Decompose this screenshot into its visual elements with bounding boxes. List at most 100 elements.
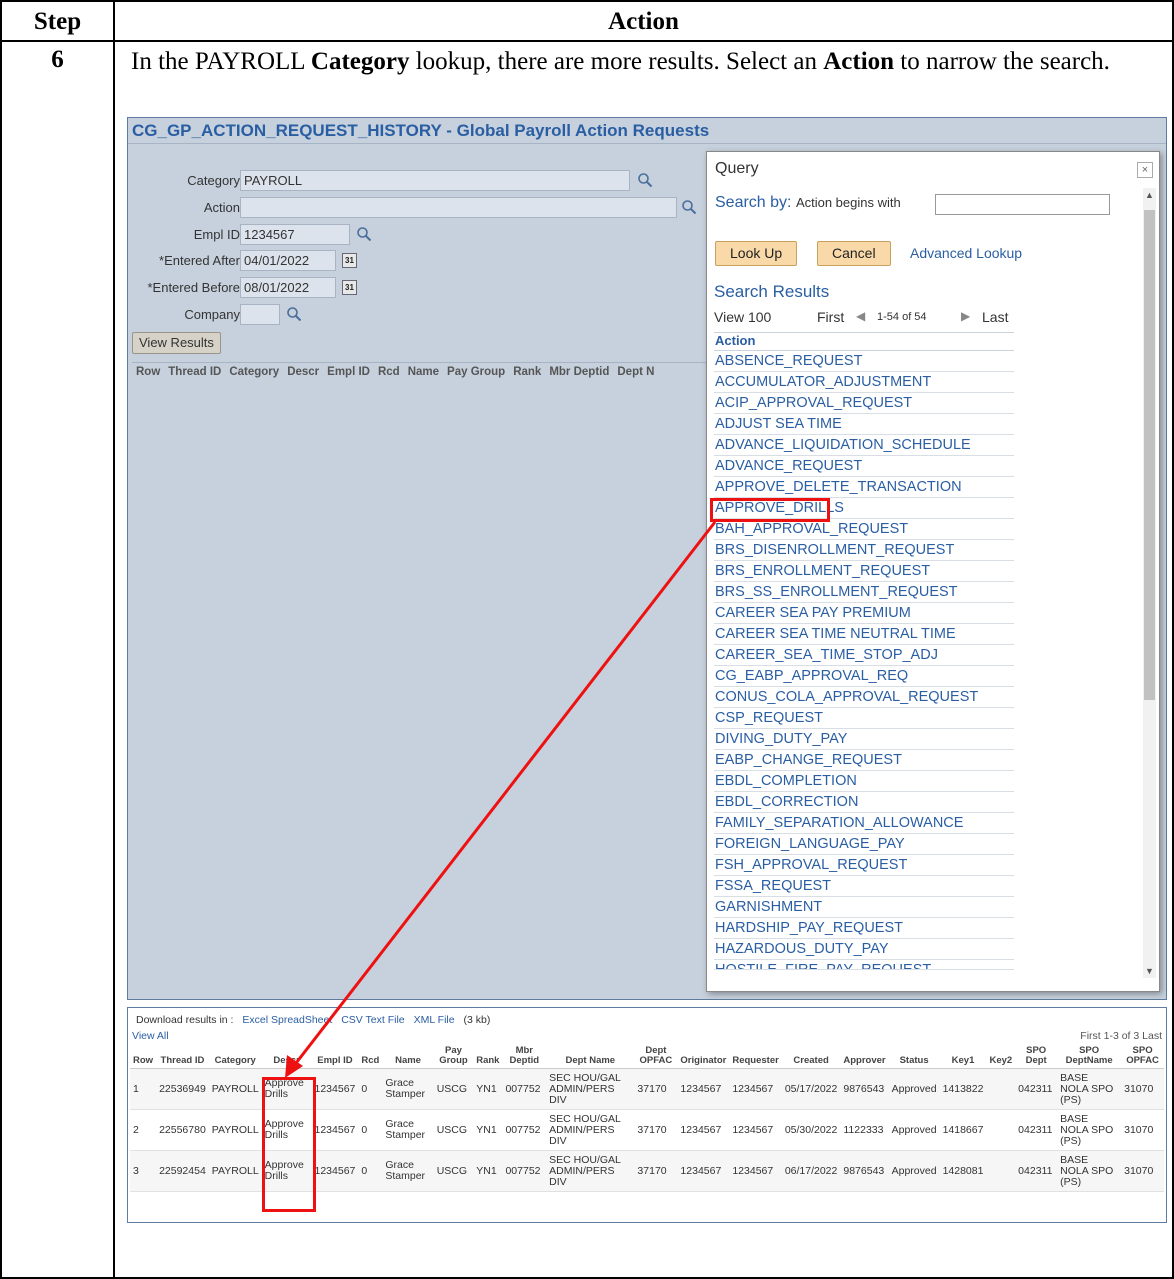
col-header[interactable]: Originator <box>677 1044 730 1069</box>
result-item[interactable]: FSSA_REQUEST <box>714 876 1014 897</box>
download-label: Download results in : <box>136 1014 234 1026</box>
result-item[interactable]: ACCUMULATOR_ADJUSTMENT <box>714 372 1014 393</box>
result-item[interactable]: APPROVE_DELETE_TRANSACTION <box>714 477 1014 498</box>
table-cell: 1234567 <box>729 1068 782 1110</box>
csv-link[interactable]: CSV Text File <box>341 1014 404 1026</box>
scroll-up-icon[interactable]: ▲ <box>1145 190 1154 200</box>
grid-col-header[interactable]: Rank <box>509 363 545 381</box>
close-icon[interactable]: × <box>1137 162 1153 178</box>
view-all-link[interactable]: View All <box>132 1030 169 1042</box>
calendar-icon[interactable]: 31 <box>342 253 357 268</box>
result-item[interactable]: ADJUST SEA TIME <box>714 414 1014 435</box>
result-item[interactable]: EABP_CHANGE_REQUEST <box>714 750 1014 771</box>
scrollbar-thumb[interactable] <box>1144 210 1155 700</box>
col-header[interactable]: Dept Name <box>546 1044 635 1069</box>
col-header[interactable]: Approver <box>840 1044 889 1069</box>
result-item[interactable]: CAREER SEA TIME NEUTRAL TIME <box>714 624 1014 645</box>
category-lookup-icon[interactable] <box>637 172 653 188</box>
last-link[interactable]: Last <box>982 309 1008 325</box>
excel-link[interactable]: Excel SpreadSheet <box>242 1014 332 1026</box>
table-cell: YN1 <box>473 1068 503 1110</box>
result-item[interactable]: CAREER_SEA_TIME_STOP_ADJ <box>714 645 1014 666</box>
action-field[interactable] <box>240 197 677 218</box>
grid-col-header[interactable]: Name <box>404 363 443 381</box>
col-header[interactable]: SPO Dept <box>1015 1044 1058 1069</box>
col-header[interactable]: Mbr Deptid <box>502 1044 547 1069</box>
col-header[interactable]: SPO OPFAC <box>1121 1044 1164 1069</box>
result-item[interactable]: FSH_APPROVAL_REQUEST <box>714 855 1014 876</box>
view-results-button[interactable]: View Results <box>132 332 221 354</box>
col-header[interactable]: SPO DeptName <box>1057 1044 1122 1069</box>
advanced-lookup-link[interactable]: Advanced Lookup <box>910 245 1022 261</box>
result-item[interactable]: ADVANCE_REQUEST <box>714 456 1014 477</box>
grid-col-header[interactable]: Category <box>225 363 283 381</box>
scroll-down-icon[interactable]: ▼ <box>1145 966 1154 976</box>
search-input[interactable] <box>935 194 1110 215</box>
result-item[interactable]: EBDL_CORRECTION <box>714 792 1014 813</box>
col-header[interactable]: Rcd <box>358 1044 383 1069</box>
xml-link[interactable]: XML File <box>414 1014 455 1026</box>
result-item[interactable]: DIVING_DUTY_PAY <box>714 729 1014 750</box>
look-up-button[interactable]: Look Up <box>715 241 798 266</box>
result-item[interactable]: GARNISHMENT <box>714 897 1014 918</box>
cancel-button[interactable]: Cancel <box>817 241 891 266</box>
view-100-link[interactable]: View 100 <box>714 309 771 325</box>
result-item[interactable]: ADVANCE_LIQUIDATION_SCHEDULE <box>714 435 1014 456</box>
result-item[interactable]: HAZARDOUS_DUTY_PAY <box>714 939 1014 960</box>
col-header[interactable]: Thread ID <box>156 1044 209 1069</box>
entered-after-field[interactable]: 04/01/2022 <box>240 250 336 271</box>
result-item[interactable]: FOREIGN_LANGUAGE_PAY <box>714 834 1014 855</box>
emplid-field[interactable]: 1234567 <box>240 224 350 245</box>
col-header[interactable]: Name <box>382 1044 434 1069</box>
result-item[interactable]: HARDSHIP_PAY_REQUEST <box>714 918 1014 939</box>
entered-before-field[interactable]: 08/01/2022 <box>240 277 336 298</box>
result-item[interactable]: EBDL_COMPLETION <box>714 771 1014 792</box>
col-header[interactable]: Requester <box>729 1044 782 1069</box>
col-header[interactable]: Dept OPFAC <box>634 1044 678 1069</box>
prev-arrow-icon[interactable]: ◀ <box>856 309 865 323</box>
emplid-lookup-icon[interactable] <box>356 226 372 242</box>
grid-col-header[interactable]: Empl ID <box>323 363 374 381</box>
grid-col-header[interactable]: Pay Group <box>443 363 509 381</box>
col-header[interactable]: Empl ID <box>311 1044 359 1069</box>
grid-col-header[interactable]: Row <box>132 363 164 381</box>
grid-col-header[interactable]: Thread ID <box>164 363 225 381</box>
result-item[interactable]: CONUS_COLA_APPROVAL_REQUEST <box>714 687 1014 708</box>
category-field[interactable]: PAYROLL <box>240 170 630 191</box>
col-header[interactable]: Status <box>888 1044 940 1069</box>
result-item[interactable]: FAMILY_SEPARATION_ALLOWANCE <box>714 813 1014 834</box>
result-item[interactable]: CG_EABP_APPROVAL_REQ <box>714 666 1014 687</box>
col-header[interactable]: Row <box>130 1044 157 1069</box>
col-header[interactable]: Pay Group <box>433 1044 474 1069</box>
company-lookup-icon[interactable] <box>286 306 302 322</box>
result-item[interactable]: ACIP_APPROVAL_REQUEST <box>714 393 1014 414</box>
company-field[interactable] <box>240 304 280 325</box>
result-item[interactable]: HOSTILE_FIRE_PAY_REQUEST <box>714 960 1014 970</box>
table-cell: 1413822 <box>939 1068 987 1110</box>
result-item[interactable]: CSP_REQUEST <box>714 708 1014 729</box>
table-cell: Approved <box>888 1068 940 1110</box>
result-item[interactable]: BAH_APPROVAL_REQUEST <box>714 519 1014 540</box>
calendar-icon[interactable]: 31 <box>342 280 357 295</box>
action-lookup-icon[interactable] <box>681 199 697 215</box>
grid-col-header[interactable]: Dept N <box>613 363 658 381</box>
col-header[interactable]: Rank <box>473 1044 503 1069</box>
file-size: (3 kb) <box>463 1014 491 1026</box>
result-item[interactable]: BRS_ENROLLMENT_REQUEST <box>714 561 1014 582</box>
first-link[interactable]: First <box>817 309 844 325</box>
result-item[interactable]: BRS_SS_ENROLLMENT_REQUEST <box>714 582 1014 603</box>
col-header[interactable]: Key2 <box>986 1044 1016 1069</box>
result-item[interactable]: BRS_DISENROLLMENT_REQUEST <box>714 540 1014 561</box>
table-cell: 1234567 <box>677 1109 730 1151</box>
col-header[interactable]: Created <box>781 1044 841 1069</box>
modal-scrollbar[interactable]: ▲ ▼ <box>1143 188 1156 978</box>
grid-col-header[interactable]: Descr <box>283 363 323 381</box>
col-header[interactable]: Key1 <box>939 1044 987 1069</box>
result-item[interactable]: CAREER SEA PAY PREMIUM <box>714 603 1014 624</box>
col-header[interactable]: Descr <box>261 1044 312 1069</box>
grid-col-header[interactable]: Mbr Deptid <box>545 363 613 381</box>
next-arrow-icon[interactable]: ▶ <box>961 309 970 323</box>
col-header[interactable]: Category <box>208 1044 262 1069</box>
result-item[interactable]: ABSENCE_REQUEST <box>714 351 1014 372</box>
grid-col-header[interactable]: Rcd <box>374 363 404 381</box>
